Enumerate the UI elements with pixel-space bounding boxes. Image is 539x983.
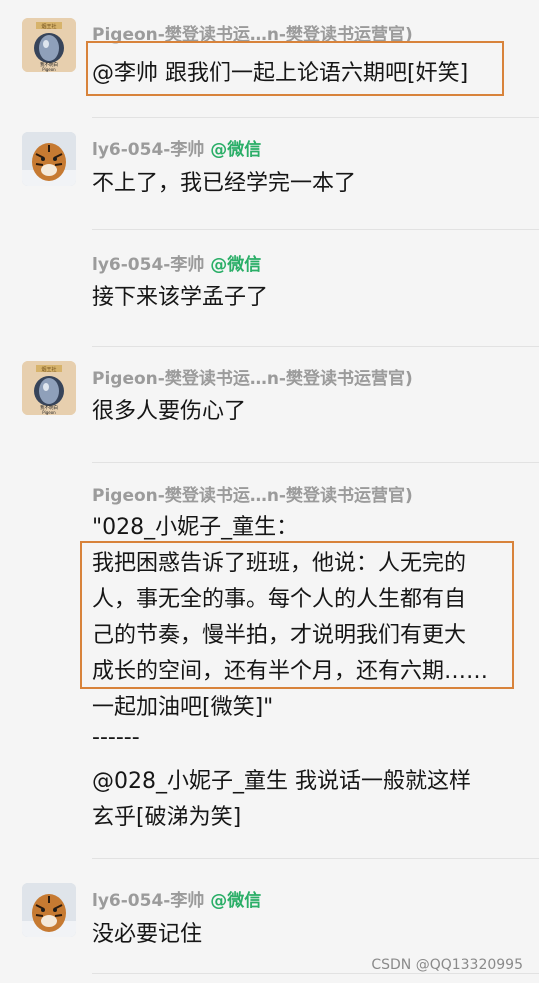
watermark: CSDN @QQ13320995 bbox=[371, 957, 523, 973]
avatar-caption-en: Pigeon bbox=[42, 410, 56, 415]
message-item[interactable]: ly6-054-李帅 @微信 不上了，我已经学完一本了 bbox=[0, 118, 539, 230]
sender-name: Pigeon-樊登读书运…n-樊登读书运营官) bbox=[92, 369, 413, 389]
avatar[interactable] bbox=[22, 883, 76, 937]
message-text-line: @028_小妮子_童生 我说话一般就这样 bbox=[92, 769, 471, 794]
sender-name: Pigeon-樊登读书运…n-樊登读书运营官) bbox=[92, 486, 413, 506]
message-item[interactable]: 烟王社 我不明白 Pigeon Pigeon-樊登读书运…n-樊登读书运营官) … bbox=[0, 0, 539, 118]
avatar-banner-text: 烟王社 bbox=[41, 366, 56, 373]
message-text-line: 一起加油吧[微笑]" bbox=[92, 695, 274, 720]
avatar[interactable]: 烟王社 我不明白 Pigeon bbox=[22, 361, 76, 415]
message-text-line: "028_小妮子_童生： bbox=[92, 515, 299, 540]
message-item[interactable]: Pigeon-樊登读书运…n-樊登读书运营官) "028_小妮子_童生： 我把困… bbox=[0, 463, 539, 859]
source-tag: @微信 bbox=[210, 255, 262, 275]
message-text: 不上了，我已经学完一本了 bbox=[92, 171, 357, 196]
message-text: 很多人要伤心了 bbox=[92, 399, 247, 424]
message-text-line: 玄乎[破涕为笑] bbox=[92, 805, 242, 830]
sender-name: ly6-054-李帅 @微信 bbox=[92, 140, 262, 160]
source-tag: @微信 bbox=[210, 891, 262, 911]
source-tag: @微信 bbox=[210, 140, 262, 160]
divider bbox=[92, 973, 539, 974]
sender-name: ly6-054-李帅 @微信 bbox=[92, 255, 262, 275]
message-item[interactable]: 烟王社 我不明白 Pigeon Pigeon-樊登读书运…n-樊登读书运营官) … bbox=[0, 347, 539, 463]
avatar-banner-text: 烟王社 bbox=[41, 23, 56, 30]
avatar-caption-en: Pigeon bbox=[42, 67, 56, 72]
message-item[interactable]: ly6-054-李帅 @微信 接下来该学孟子了 bbox=[0, 230, 539, 347]
message-text-line: ------ bbox=[92, 725, 140, 750]
highlight-box bbox=[80, 541, 514, 689]
message-text: 没必要记住 bbox=[92, 922, 203, 947]
highlight-box bbox=[86, 41, 504, 96]
sender-name: ly6-054-李帅 @微信 bbox=[92, 891, 262, 911]
avatar[interactable]: 烟王社 我不明白 Pigeon bbox=[22, 18, 76, 72]
message-text: 接下来该学孟子了 bbox=[92, 285, 269, 310]
avatar[interactable] bbox=[22, 132, 76, 186]
